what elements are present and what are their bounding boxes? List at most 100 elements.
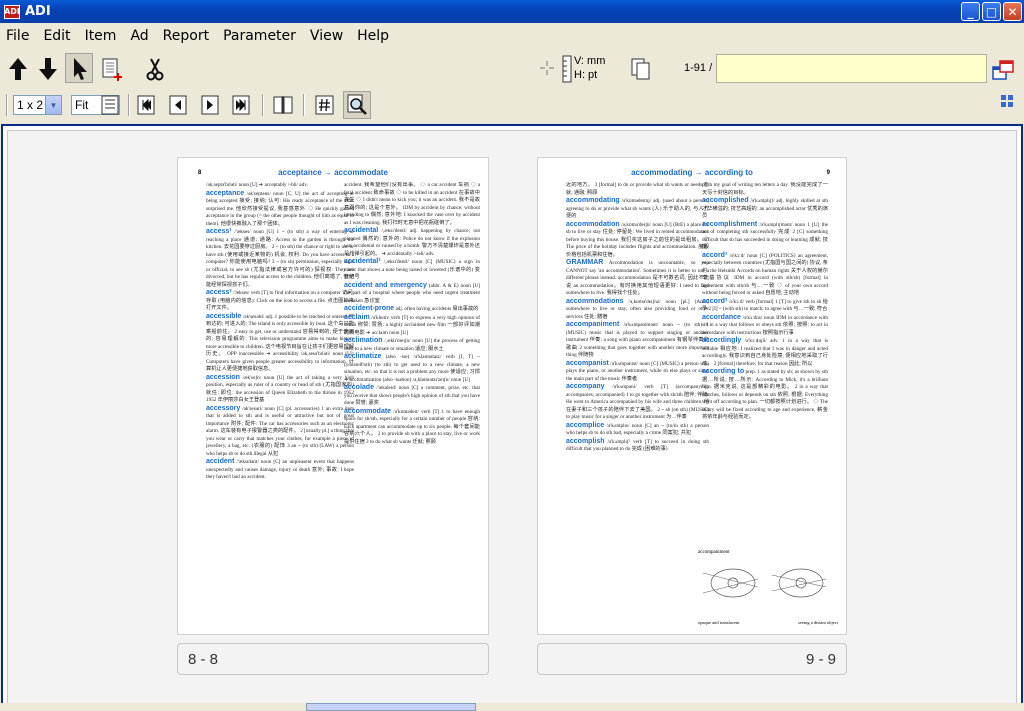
open-book-icon <box>273 96 293 114</box>
first-page-button[interactable] <box>133 92 159 118</box>
dictionary-entry: accompaniment /ə'kʌmpənimənt/ noun ~ (to… <box>566 321 709 360</box>
menu-report[interactable]: Report <box>156 28 216 44</box>
last-page-button[interactable] <box>228 92 254 118</box>
move-down-button[interactable] <box>34 54 62 84</box>
illustration: accompaniment opaque and translucent see… <box>698 550 838 630</box>
entry-headword: accompany <box>566 383 605 390</box>
dictionary-entry: accidental /,æksɪ'dentl/ adj. happening … <box>344 227 480 258</box>
menu-parameter[interactable]: Parameter <box>216 28 303 44</box>
entry-headword: accommodation <box>566 220 620 228</box>
entry-definition: 近的地方。 3 [formal] to do or provide what s… <box>566 182 709 196</box>
dictionary-entry: accomplished /ə'kʌmplɪʃt/ adj. highly sk… <box>702 197 828 221</box>
spread-view-button[interactable] <box>270 92 296 118</box>
dictionary-entry: accordingly /ə'kɔːdɪŋli/ adv. 1 in a way… <box>702 337 828 368</box>
entry-headword: accomplish <box>566 437 605 445</box>
toolbar-separator <box>6 94 8 116</box>
entry-headword: accession <box>206 373 240 381</box>
crosshair-button[interactable] <box>537 56 557 80</box>
maximize-button[interactable]: □ <box>982 2 1001 21</box>
select-tool-button[interactable] <box>65 53 93 83</box>
next-page-button[interactable] <box>197 92 223 118</box>
entry-headword: accessible <box>206 312 242 320</box>
entry-headword: accommodations <box>566 297 624 305</box>
dictionary-entry: accord¹ /ə'kɔːd/ noun [C] (POLITICS) an … <box>702 252 828 298</box>
window-title: ADI <box>25 4 51 19</box>
entry-headword: accord² <box>702 297 728 305</box>
dictionary-entry: accommodating /ə'kɒmədeɪtɪŋ/ adj. (used … <box>566 197 709 221</box>
entry-headword: accomplished <box>702 197 749 204</box>
entry-headword: accomplice <box>566 421 605 429</box>
scissors-icon <box>146 58 164 81</box>
add-frame-button[interactable] <box>98 54 126 84</box>
entry-definition: prep. 1 as stated by sb; as shown by sth… <box>702 369 828 420</box>
page-label: 8 - 8 <box>188 650 219 668</box>
text-column: 近的地方。 3 [formal] to do or provide what s… <box>566 182 709 628</box>
previous-page-button[interactable] <box>165 92 191 118</box>
layout-select[interactable]: 1 x 2 ▼ <box>13 95 62 115</box>
units-readout: V: mm H: pt <box>574 54 605 82</box>
entry-headword: GRAMMAR <box>566 259 604 266</box>
crosshair-icon <box>540 61 554 75</box>
chevron-down-icon: ▼ <box>45 96 61 114</box>
menu-view[interactable]: View <box>303 28 350 44</box>
entry-headword: accommodate <box>344 407 392 415</box>
illustration-caption: opaque and translucent <box>698 620 740 625</box>
menu-edit[interactable]: Edit <box>36 28 77 44</box>
page-number-button[interactable] <box>312 92 338 118</box>
menu-file[interactable]: File <box>0 28 36 44</box>
page-label: 9 - 9 <box>805 650 836 668</box>
title-bar: ADI ADI _ □ ✕ <box>0 0 1024 23</box>
entry-headword: acceptance <box>206 189 245 197</box>
layout-select-value: 1 x 2 <box>17 98 44 112</box>
close-button[interactable]: ✕ <box>1003 2 1022 21</box>
entry-headword: accordance <box>702 313 741 321</box>
horizontal-scrollbar[interactable] <box>0 703 1024 711</box>
dictionary-entry: accident and emergency (abbr. A & E) nou… <box>344 282 480 306</box>
dictionary-entry: accompanist /ə'kʌmpənɪst/ noun [C] (MUSI… <box>566 360 709 384</box>
zoom-page-button[interactable] <box>343 91 371 119</box>
menu-item[interactable]: Item <box>78 28 124 44</box>
toolbar-separator <box>262 94 264 116</box>
entry-headword: accordingly <box>702 337 742 344</box>
toolbar-separator <box>128 94 130 116</box>
dictionary-entry: accommodations /ə,kɒmə'deɪʃnz/ noun [pl.… <box>566 298 709 322</box>
dictionary-entry: accessory /ək'sesəri/ noun [C] (pl. acce… <box>206 405 354 459</box>
dictionary-entry: accident /'æksɪdənt/ noun [C] an unpleas… <box>206 458 354 482</box>
dictionary-entry: /ək,septə'bɪləti/ noun [U] ➜ acceptably … <box>206 182 354 190</box>
scrollbar-thumb[interactable] <box>306 703 476 711</box>
dictionary-entry: accidental² /,æksɪ'dentl/ noun [C] (MUSI… <box>344 258 480 282</box>
cut-button[interactable] <box>141 54 169 84</box>
entry-definition: /'ækses/ noun [U] 1 ~ (to sth) a way of … <box>206 229 354 288</box>
info-field[interactable] <box>716 54 987 83</box>
entry-definition: /ə'kɔːd/ noun [C] (POLITICS) an agreemen… <box>702 252 828 297</box>
spread-canvas: 8 acceptance → accommodate /ək,septə'bɪl… <box>7 130 1017 704</box>
dictionary-entry: accord² /ə'kɔːd/ verb [formal] 1 [T] to … <box>702 298 828 314</box>
move-up-button[interactable] <box>4 54 32 84</box>
dictionary-entry: accolade /'ækəleɪd/ noun [C] a comment, … <box>344 384 480 408</box>
left-page[interactable]: 8 acceptance → accommodate /ək,septə'bɪl… <box>177 157 489 635</box>
page-setup-button[interactable] <box>98 92 122 118</box>
window-layout-button[interactable] <box>989 56 1017 84</box>
menu-bar: File Edit Item Ad Report Parameter View … <box>0 25 1024 47</box>
eye-diagram-icon <box>702 568 827 598</box>
page-grid-icon <box>101 95 119 115</box>
text-column: plish my goal of writing ten letters a d… <box>702 182 828 544</box>
text-column: accident. 我希望他们没有出事。 ◇ a car accident 车祸… <box>344 182 480 628</box>
menu-ad[interactable]: Ad <box>123 28 155 44</box>
page-header: accommodating → according to <box>631 168 753 177</box>
last-page-icon <box>232 95 250 115</box>
entry-headword: access¹ <box>206 228 232 235</box>
zoom-select-value: Fit <box>75 98 89 112</box>
entry-headword: according to <box>702 368 745 375</box>
entry-headword: accompanist <box>566 359 609 367</box>
entry-definition: accident. 我希望他们没有出事。 ◇ a car accident 车祸… <box>344 182 480 226</box>
grid-icon[interactable] <box>1000 94 1014 108</box>
entry-definition: /ək,septə'bɪləti/ noun [U] ➜ acceptably … <box>206 182 308 188</box>
windows-icon <box>992 60 1014 80</box>
minimize-button[interactable]: _ <box>961 2 980 21</box>
menu-help[interactable]: Help <box>350 28 396 44</box>
dictionary-entry: accession /æk'seʃn/ noun [U] the act of … <box>206 374 354 405</box>
dictionary-entry: accomplish /ə'kʌmplɪʃ/ verb [T] to succe… <box>566 438 709 454</box>
right-page[interactable]: 9 accommodating → according to 近的地方。 3 [… <box>537 157 847 635</box>
new-frame-icon <box>102 58 122 81</box>
